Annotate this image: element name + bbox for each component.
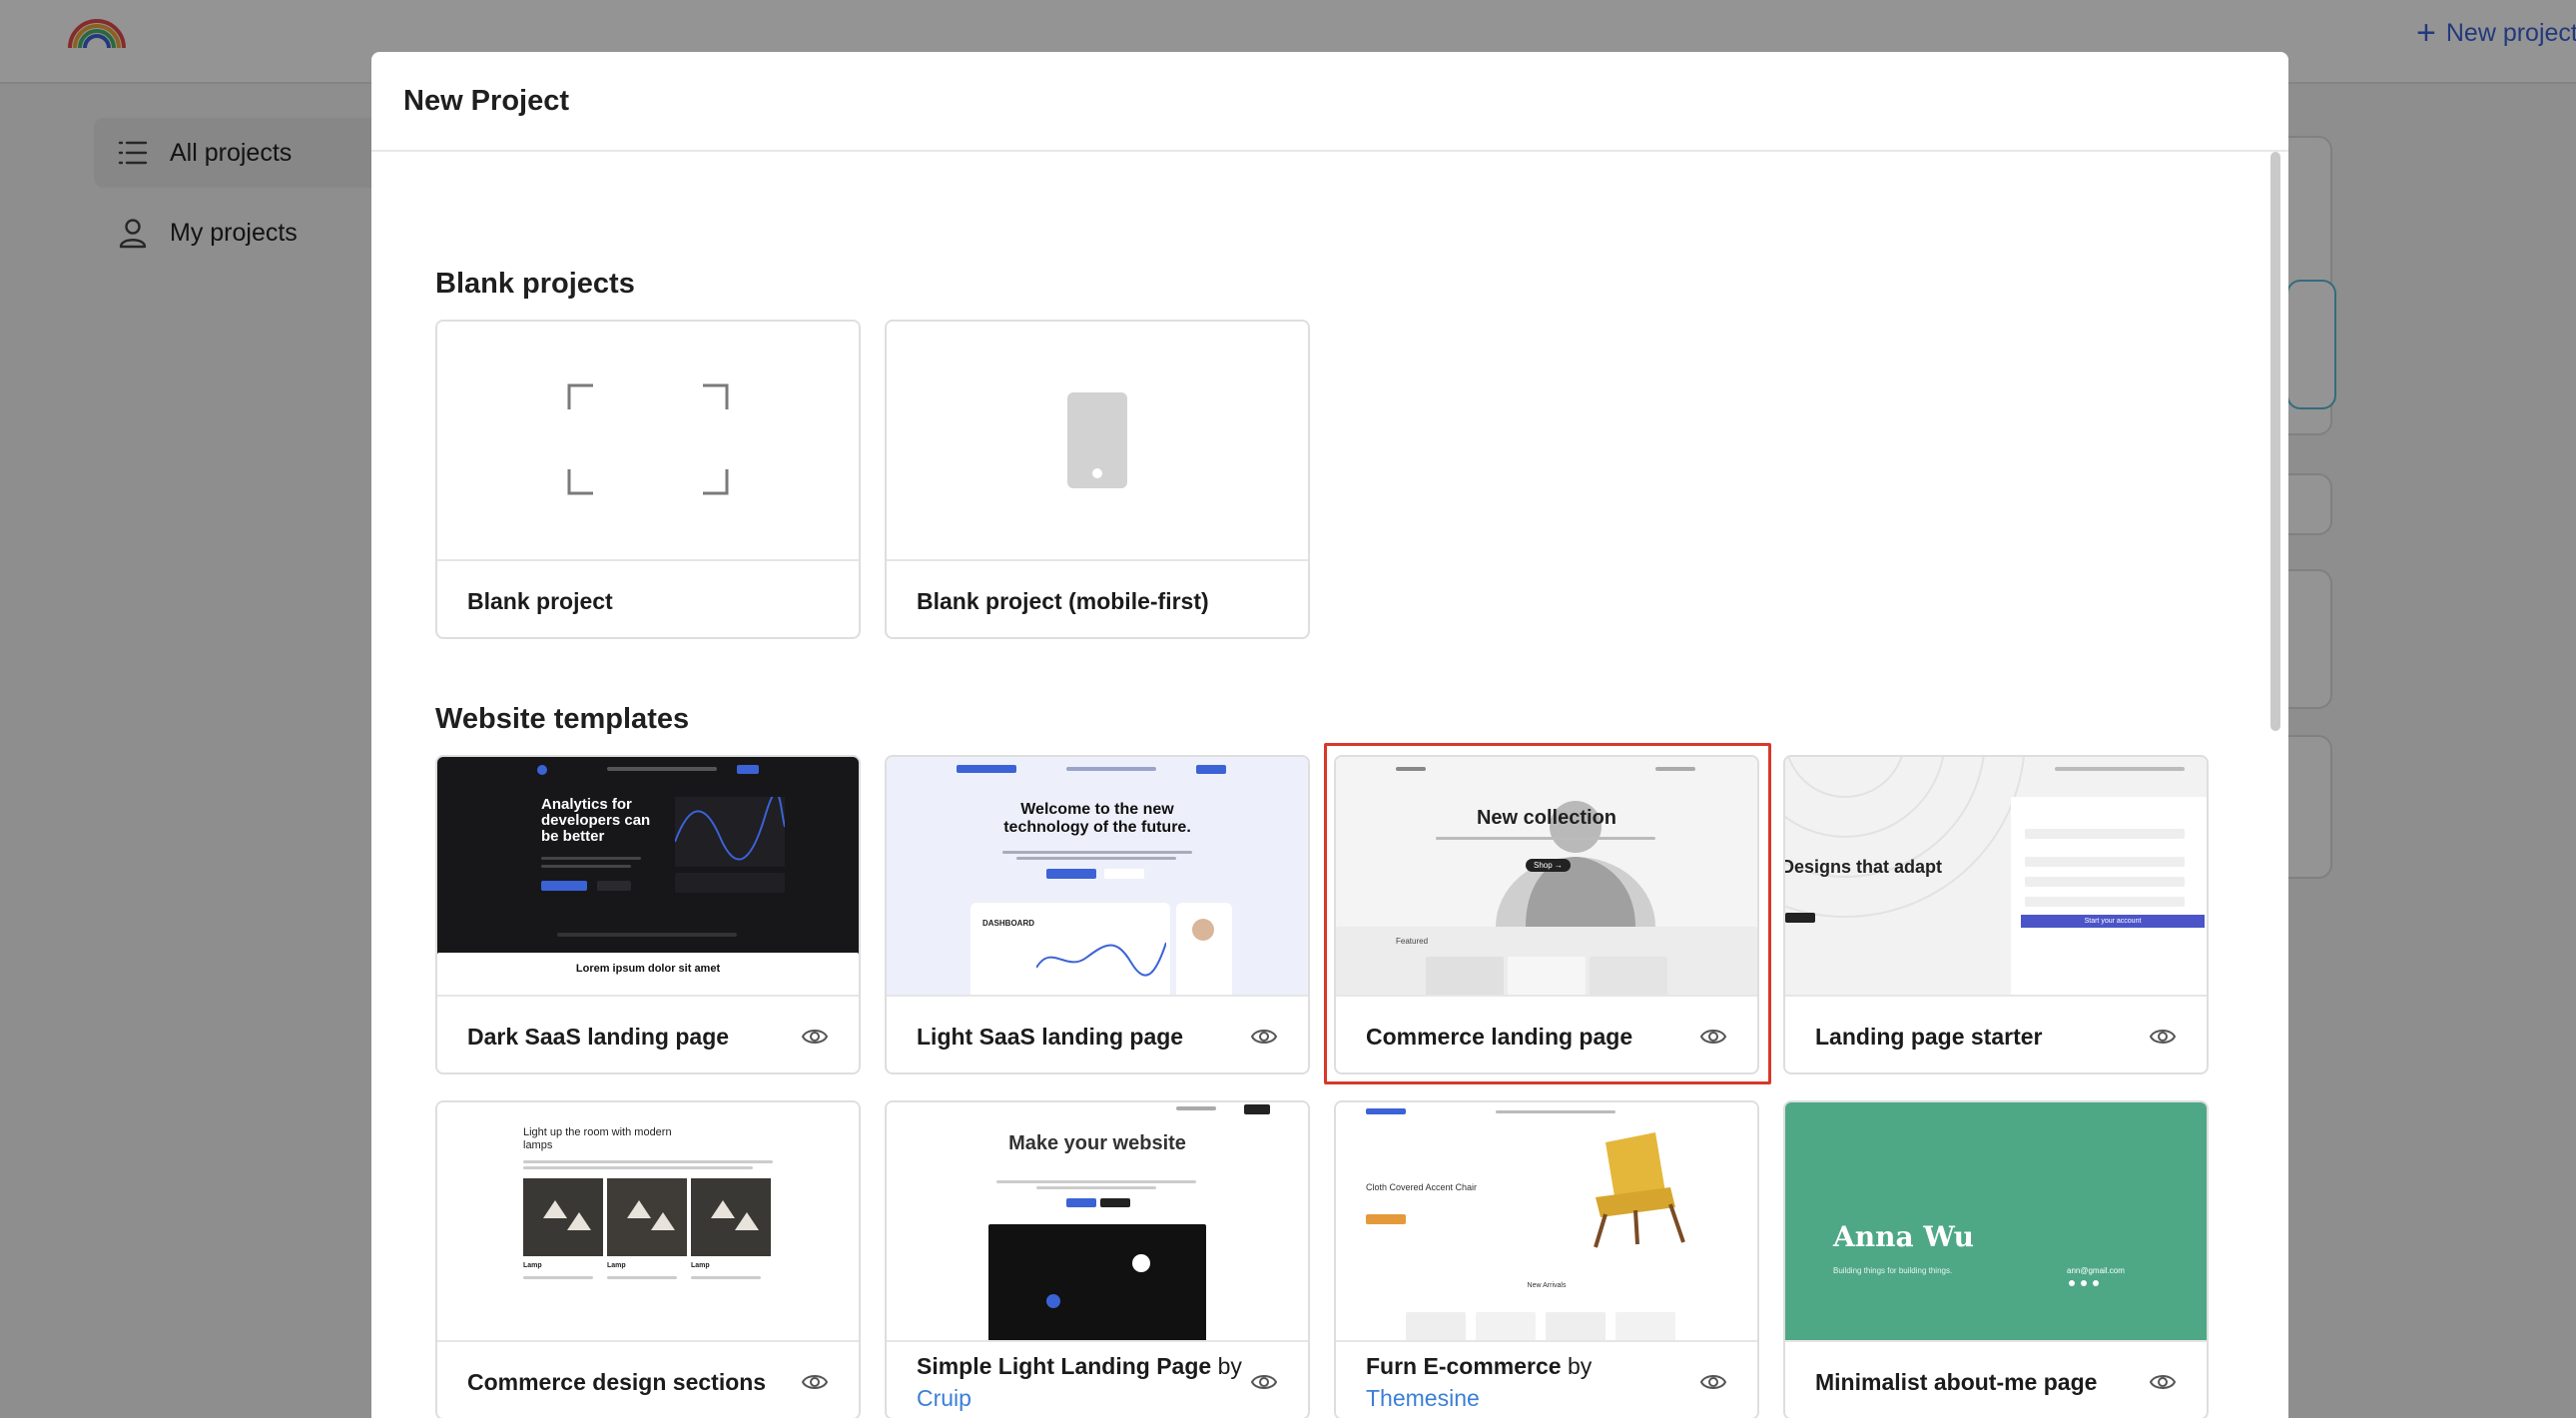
card-footer: Furn E-commerce by Themesine (1336, 1344, 1757, 1418)
thumbnail-cta: Start your account (2021, 915, 2205, 928)
card-thumbnail: Cloth Covered Accent Chair New Arrivals (1336, 1102, 1757, 1342)
thumbnail-headline: Welcome to the new technology of the fut… (1003, 801, 1191, 836)
card-title: Furn E-commerce by Themesine (1366, 1350, 1592, 1414)
thumbnail-item-label: Lamp (691, 1262, 710, 1269)
card-title: Commerce design sections (467, 1369, 767, 1395)
card-footer: Blank project (mobile-first) (887, 563, 1308, 637)
preview-eye-icon[interactable] (1250, 1368, 1278, 1396)
card-footer: Simple Light Landing Page by Cruip (887, 1344, 1308, 1418)
thumbnail-item-label: Lamp (607, 1262, 626, 1269)
card-thumbnail: Light up the room with modern lamps Lamp… (437, 1102, 859, 1342)
website-templates-heading: Website templates (435, 703, 690, 735)
card-footer: Blank project (437, 563, 859, 637)
modal-title: New Project (403, 84, 569, 117)
card-footer: Commerce design sections (437, 1344, 859, 1418)
thumbnail-email: ann@gmail.com (2067, 1266, 2125, 1275)
card-thumbnail: Analytics for developers can be better L… (437, 757, 859, 997)
frame-corners-icon (567, 383, 729, 495)
thumbnail-tagline: Building things for building things. (1833, 1266, 1953, 1275)
card-thumbnail: Welcome to the new technology of the fut… (887, 757, 1308, 997)
modal-body: Blank projects Blank project Blank proje… (371, 152, 2288, 1418)
thumbnail-item-label: Lamp (523, 1262, 542, 1269)
thumbnail-headline: Analytics for developers can be better (541, 796, 651, 845)
card-title-text: Furn E-commerce (1366, 1353, 1562, 1379)
preview-eye-icon[interactable] (2149, 1368, 2177, 1396)
template-card-about-me[interactable]: Anna Wu Building things for building thi… (1783, 1100, 2209, 1418)
template-card-light-saas[interactable]: Welcome to the new technology of the fut… (885, 755, 1310, 1074)
author-link[interactable]: Cruip (917, 1382, 1242, 1414)
card-thumbnail: Make your website (887, 1102, 1308, 1342)
card-title-by: by (1567, 1353, 1593, 1379)
mobile-device-icon (1067, 392, 1127, 488)
preview-eye-icon[interactable] (2149, 1023, 2177, 1051)
card-title-by: by (1217, 1353, 1242, 1379)
card-title: Simple Light Landing Page by Cruip (917, 1350, 1242, 1414)
card-title: Landing page starter (1815, 1024, 2043, 1050)
card-title: Blank project (467, 588, 613, 614)
thumbnail-headline: Designs that adapt (1785, 857, 1943, 877)
card-title-text: Simple Light Landing Page (917, 1353, 1212, 1379)
preview-eye-icon[interactable] (801, 1368, 829, 1396)
thumbnail-headline: Cloth Covered Accent Chair (1366, 1182, 1478, 1192)
card-thumbnail (887, 322, 1308, 561)
blank-mobile-project-card[interactable]: Blank project (mobile-first) (885, 320, 1310, 639)
template-card-landing-starter[interactable]: Designs that adapt Start your account La… (1783, 755, 2209, 1074)
thumbnail-headline: Light up the room with modern lamps (523, 1126, 672, 1151)
card-title: Light SaaS landing page (917, 1024, 1184, 1050)
thumbnail-footer-text: Lorem ipsum dolor sit amet (575, 963, 721, 975)
modal-header: New Project (371, 52, 2288, 152)
preview-eye-icon[interactable] (801, 1023, 829, 1051)
card-footer: Light SaaS landing page (887, 999, 1308, 1072)
card-thumbnail: Designs that adapt Start your account (1785, 757, 2207, 997)
blank-project-card[interactable]: Blank project (435, 320, 861, 639)
thumbnail-section-label: New Arrivals (1527, 1282, 1567, 1289)
card-thumbnail (437, 322, 859, 561)
card-title: Blank project (mobile-first) (917, 588, 1209, 614)
template-card-furn[interactable]: Cloth Covered Accent Chair New Arrivals (1334, 1100, 1759, 1418)
preview-eye-icon[interactable] (1699, 1368, 1727, 1396)
card-footer: Landing page starter (1785, 999, 2207, 1072)
template-card-dark-saas[interactable]: Analytics for developers can be better L… (435, 755, 861, 1074)
template-card-commerce-sections[interactable]: Light up the room with modern lamps Lamp… (435, 1100, 861, 1418)
thumbnail-name: Anna Wu (1833, 1220, 1974, 1253)
template-card-simple-light[interactable]: Make your website Simple Light Landing P… (885, 1100, 1310, 1418)
card-footer: Minimalist about-me page (1785, 1344, 2207, 1418)
thumbnail-panel-label: DASHBOARD (982, 919, 1034, 928)
blank-projects-heading: Blank projects (435, 268, 635, 300)
card-title: Minimalist about-me page (1815, 1369, 2098, 1395)
new-project-modal: New Project Blank projects Blank project (371, 52, 2288, 1418)
author-link[interactable]: Themesine (1366, 1382, 1592, 1414)
card-title: Dark SaaS landing page (467, 1024, 730, 1050)
preview-eye-icon[interactable] (1250, 1023, 1278, 1051)
thumbnail-headline: Make your website (1008, 1132, 1186, 1154)
selected-template-highlight (1324, 743, 1771, 1084)
card-footer: Dark SaaS landing page (437, 999, 859, 1072)
card-thumbnail: Anna Wu Building things for building thi… (1785, 1102, 2207, 1342)
